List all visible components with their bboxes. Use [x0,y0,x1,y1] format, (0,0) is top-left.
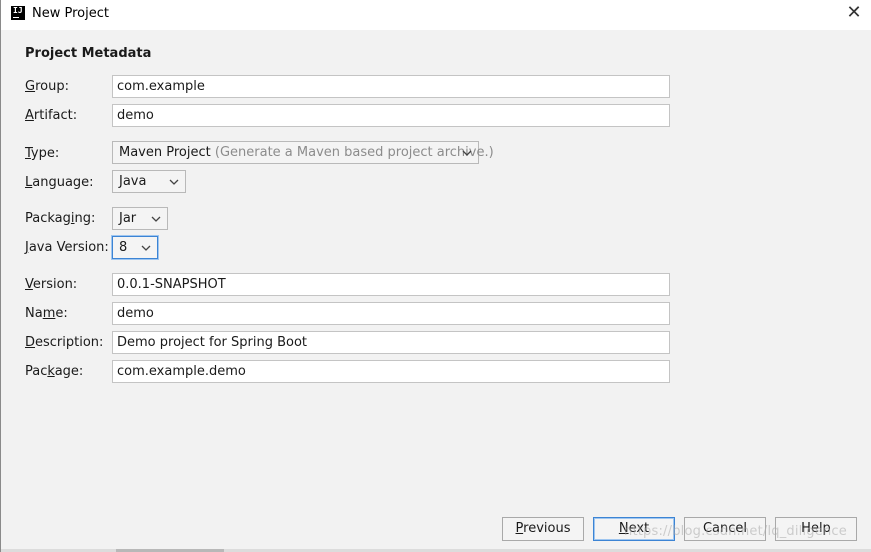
package-field[interactable]: com.example.demo [112,360,670,383]
type-select[interactable]: Maven Project (Generate a Maven based pr… [112,141,494,164]
app-icon-text: IJ [13,6,23,15]
language-select[interactable]: Java [112,170,186,193]
group-label: Group: [25,79,69,94]
version-label: Version: [25,277,78,292]
java-version-select[interactable]: 8 [112,236,158,259]
version-field[interactable]: 0.0.1-SNAPSHOT [112,273,670,296]
window-title: New Project [32,6,109,21]
chevron-down-icon [141,245,151,251]
chevron-down-icon [169,179,179,185]
packaging-select-value: Jar [119,211,137,226]
packaging-select[interactable]: Jar [112,207,168,230]
title-bar: IJ New Project ✕ [1,0,871,30]
java-version-select-value: 8 [119,240,128,255]
new-project-dialog: IJ New Project ✕ Project Metadata Group:… [0,0,871,552]
watermark: https://blog.csdn.net/lq_diligence [624,524,847,539]
type-select-value: Maven Project [119,145,211,160]
artifact-label: Artifact: [25,108,78,123]
packaging-label: Packaging: [25,211,96,226]
chevron-down-icon [462,150,472,156]
package-label: Package: [25,364,84,379]
language-select-value: Java [119,174,147,189]
close-icon[interactable]: ✕ [844,4,864,24]
section-title: Project Metadata [25,46,152,61]
previous-button[interactable]: Previous [502,517,584,541]
description-field[interactable]: Demo project for Spring Boot [112,331,670,354]
java-version-label: Java Version: [25,240,109,255]
chevron-down-icon [151,216,161,222]
description-label: Description: [25,335,104,350]
app-icon: IJ [11,6,25,20]
type-select-hint: (Generate a Maven based project archive.… [214,145,494,160]
type-label: Type: [25,146,60,161]
name-label: Name: [25,306,68,321]
language-label: Language: [25,175,94,190]
group-field[interactable]: com.example [112,75,670,98]
artifact-field[interactable]: demo [112,104,670,127]
name-field[interactable]: demo [112,302,670,325]
